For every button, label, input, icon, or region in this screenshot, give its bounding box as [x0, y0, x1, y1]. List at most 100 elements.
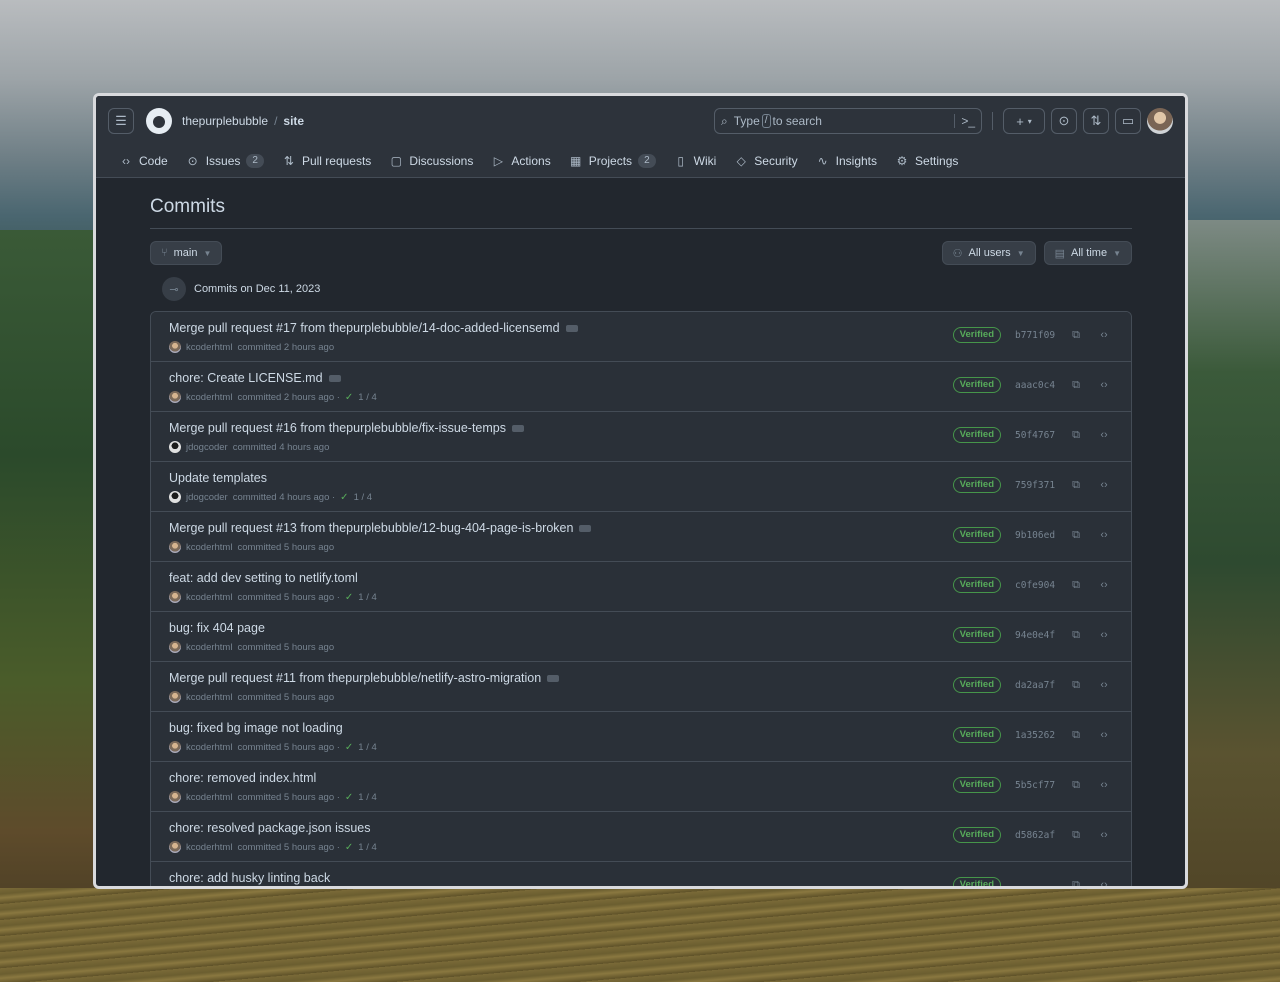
commit-title-link[interactable]: Merge pull request #11 from thepurplebub… [169, 671, 541, 685]
commit-sha-link[interactable]: d5862af [1015, 830, 1055, 841]
checks-count[interactable]: 1 / 4 [358, 742, 377, 753]
author-avatar[interactable] [169, 441, 181, 453]
commit-title-link[interactable]: chore: Create LICENSE.md [169, 371, 323, 385]
commit-title-link[interactable]: feat: add dev setting to netlify.toml [169, 571, 358, 585]
verified-badge[interactable]: Verified [952, 427, 1001, 443]
code-browse-icon[interactable]: ‹› [1097, 879, 1111, 886]
checks-count[interactable]: 1 / 4 [358, 592, 377, 603]
tab-settings[interactable]: ⚙ Settings [886, 150, 967, 172]
code-browse-icon[interactable]: ‹› [1097, 729, 1111, 741]
tab-wiki[interactable]: ▯ Wiki [665, 150, 726, 172]
verified-badge[interactable]: Verified [952, 477, 1001, 493]
author-avatar[interactable] [169, 691, 181, 703]
copy-icon[interactable]: ⧉ [1069, 329, 1083, 342]
commit-author-link[interactable]: kcoderhtml [186, 542, 232, 553]
commit-title-link[interactable]: Update templates [169, 471, 267, 485]
code-browse-icon[interactable]: ‹› [1097, 379, 1111, 391]
verified-badge[interactable]: Verified [952, 527, 1001, 543]
commit-author-link[interactable]: jdogcoder [186, 492, 228, 503]
author-avatar[interactable] [169, 791, 181, 803]
code-browse-icon[interactable]: ‹› [1097, 329, 1111, 341]
copy-icon[interactable]: ⧉ [1069, 479, 1083, 492]
repo-name-link[interactable]: site [283, 114, 304, 128]
commit-title-link[interactable]: bug: fixed bg image not loading [169, 721, 343, 735]
author-avatar[interactable] [169, 841, 181, 853]
commit-author-link[interactable]: kcoderhtml [186, 792, 232, 803]
author-avatar[interactable] [169, 741, 181, 753]
author-avatar[interactable] [169, 391, 181, 403]
command-palette-icon[interactable]: >_ [954, 114, 975, 128]
commit-author-link[interactable]: kcoderhtml [186, 692, 232, 703]
code-browse-icon[interactable]: ‹› [1097, 779, 1111, 791]
search-input[interactable]: ⌕ Type / to search >_ [714, 108, 982, 134]
author-avatar[interactable] [169, 491, 181, 503]
commit-author-link[interactable]: kcoderhtml [186, 642, 232, 653]
hamburger-menu-button[interactable]: ☰ [108, 108, 134, 134]
check-icon[interactable]: ✓ [345, 392, 353, 403]
expand-message-icon[interactable] [579, 524, 592, 532]
check-icon[interactable]: ✓ [345, 592, 353, 603]
commit-sha-link[interactable]: aaac0c4 [1015, 380, 1055, 391]
checks-count[interactable]: 1 / 4 [358, 842, 377, 853]
copy-icon[interactable]: ⧉ [1069, 729, 1083, 742]
copy-icon[interactable]: ⧉ [1069, 829, 1083, 842]
tab-security[interactable]: ◇ Security [725, 150, 806, 172]
commit-title-link[interactable]: Merge pull request #13 from thepurplebub… [169, 521, 573, 535]
tab-pull-requests[interactable]: ⇅ Pull requests [273, 150, 380, 172]
code-browse-icon[interactable]: ‹› [1097, 429, 1111, 441]
author-avatar[interactable] [169, 541, 181, 553]
copy-icon[interactable]: ⧉ [1069, 529, 1083, 542]
commit-sha-link[interactable]: 9b106ed [1015, 530, 1055, 541]
commit-sha-link[interactable]: c0fe904 [1015, 580, 1055, 591]
expand-message-icon[interactable] [547, 674, 560, 682]
copy-icon[interactable]: ⧉ [1069, 429, 1083, 442]
commit-title-link[interactable]: chore: resolved package.json issues [169, 821, 371, 835]
verified-badge[interactable]: Verified [952, 727, 1001, 743]
pull-requests-button[interactable]: ⇅ [1083, 108, 1109, 134]
inbox-button[interactable]: ▭ [1115, 108, 1141, 134]
commit-sha-link[interactable]: 50f4767 [1015, 430, 1055, 441]
issues-button[interactable]: ⊙ [1051, 108, 1077, 134]
verified-badge[interactable]: Verified [952, 677, 1001, 693]
commit-sha-link[interactable]: b771f09 [1015, 330, 1055, 341]
tab-code[interactable]: ‹› Code [110, 150, 177, 172]
create-new-button[interactable]: + ▾ [1003, 108, 1045, 134]
repo-owner-link[interactable]: thepurplebubble [182, 114, 268, 128]
verified-badge[interactable]: Verified [952, 877, 1001, 886]
author-avatar[interactable] [169, 591, 181, 603]
commit-title-link[interactable]: bug: fix 404 page [169, 621, 265, 635]
check-icon[interactable]: ✓ [345, 842, 353, 853]
copy-icon[interactable]: ⧉ [1069, 879, 1083, 887]
commit-sha-link[interactable]: 759f371 [1015, 480, 1055, 491]
commit-author-link[interactable]: kcoderhtml [186, 342, 232, 353]
check-icon[interactable]: ✓ [345, 742, 353, 753]
tab-insights[interactable]: ∿ Insights [807, 150, 886, 172]
verified-badge[interactable]: Verified [952, 327, 1001, 343]
commit-sha-link[interactable]: 94e0e4f [1015, 630, 1055, 641]
check-icon[interactable]: ✓ [345, 792, 353, 803]
commit-author-link[interactable]: kcoderhtml [186, 742, 232, 753]
code-browse-icon[interactable]: ‹› [1097, 629, 1111, 641]
copy-icon[interactable]: ⧉ [1069, 779, 1083, 792]
code-browse-icon[interactable]: ‹› [1097, 829, 1111, 841]
commit-title-link[interactable]: Merge pull request #16 from thepurplebub… [169, 421, 506, 435]
commit-sha-link[interactable]: da2aa7f [1015, 680, 1055, 691]
branch-select-button[interactable]: ⑂ main ▼ [150, 241, 223, 265]
copy-icon[interactable]: ⧉ [1069, 679, 1083, 692]
code-browse-icon[interactable]: ‹› [1097, 529, 1111, 541]
commit-title-link[interactable]: chore: removed index.html [169, 771, 316, 785]
check-icon[interactable]: ✓ [340, 492, 348, 503]
checks-count[interactable]: 1 / 4 [358, 792, 377, 803]
code-browse-icon[interactable]: ‹› [1097, 679, 1111, 691]
commit-author-link[interactable]: kcoderhtml [186, 592, 232, 603]
tab-actions[interactable]: ▷ Actions [482, 150, 559, 172]
commit-sha-link[interactable]: 5b5cf77 [1015, 780, 1055, 791]
commit-author-link[interactable]: kcoderhtml [186, 842, 232, 853]
checks-count[interactable]: 1 / 4 [358, 392, 377, 403]
commit-author-link[interactable]: jdogcoder [186, 442, 228, 453]
code-browse-icon[interactable]: ‹› [1097, 479, 1111, 491]
tab-projects[interactable]: ▦ Projects 2 [560, 150, 665, 172]
copy-icon[interactable]: ⧉ [1069, 379, 1083, 392]
verified-badge[interactable]: Verified [952, 577, 1001, 593]
author-avatar[interactable] [169, 341, 181, 353]
